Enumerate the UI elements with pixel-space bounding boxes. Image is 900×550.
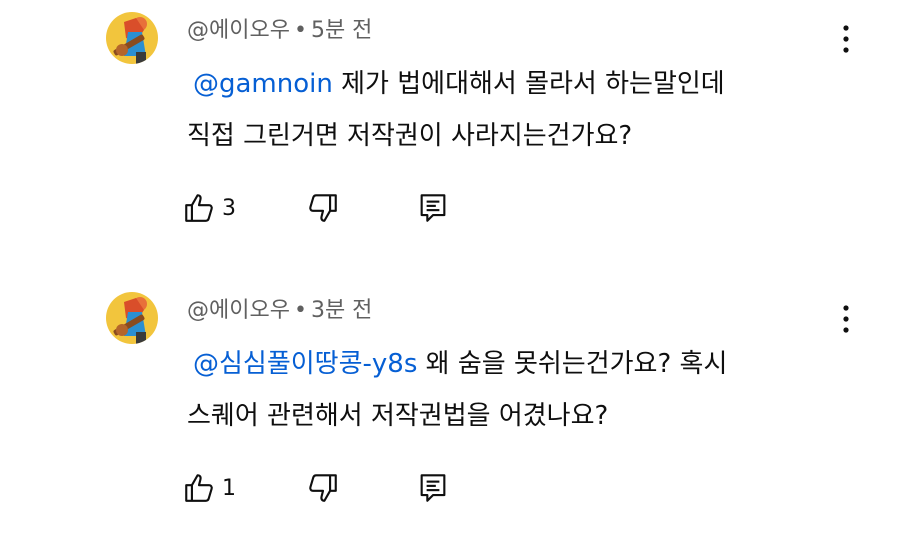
comment-menu-button[interactable] xyxy=(834,22,858,58)
dislike-button[interactable] xyxy=(306,468,340,508)
comment-text-line-2: 스퀘어 관련해서 저작권법을 어겼나요? xyxy=(187,401,609,431)
thumbs-down-icon xyxy=(309,194,337,222)
meta-separator: • xyxy=(293,298,307,323)
comment-text-line-1: 왜 숨을 못쉬는건가요? 혹시 xyxy=(425,349,728,379)
comment-time[interactable]: 5분 전 xyxy=(311,18,372,43)
comment-menu-button[interactable] xyxy=(834,302,858,338)
reply-comment-icon xyxy=(420,194,446,222)
like-count: 3 xyxy=(222,195,236,221)
mention-link[interactable]: @gamnoin xyxy=(193,69,333,99)
reply-button[interactable] xyxy=(416,468,450,508)
avatar[interactable] xyxy=(106,12,158,64)
like-button[interactable]: 3 xyxy=(182,188,236,228)
reply-comment-icon xyxy=(420,474,446,502)
meta-separator: • xyxy=(293,18,307,43)
thumbs-up-icon xyxy=(185,474,213,502)
comment-thread-item: @에이오우 • 3분 전 @심심풀이땅콩-y8s 왜 숨을 못쉬는건가요? 혹시 스… xyxy=(0,280,900,550)
mention-link[interactable]: @심심풀이땅콩-y8s xyxy=(193,349,417,379)
comment-actions: 3 xyxy=(182,188,482,228)
comment-text: @심심풀이땅콩-y8s 왜 숨을 못쉬는건가요? 혹시 스퀘어 관련해서 저작권… xyxy=(187,338,867,442)
reply-button[interactable] xyxy=(416,188,450,228)
thumbs-up-icon xyxy=(185,194,213,222)
comment-header: @에이오우 • 3분 전 xyxy=(187,292,372,324)
like-button[interactable]: 1 xyxy=(182,468,236,508)
dislike-button[interactable] xyxy=(306,188,340,228)
like-count: 1 xyxy=(222,475,236,501)
comment-actions: 1 xyxy=(182,468,482,508)
comment-text-line-1: 제가 법에대해서 몰라서 하는말인데 xyxy=(341,69,725,99)
more-vert-icon xyxy=(843,25,849,53)
comment-author[interactable]: @에이오우 xyxy=(187,298,290,323)
comment-text: @gamnoin 제가 법에대해서 몰라서 하는말인데 직접 그린거면 저작권이… xyxy=(187,58,867,162)
comment-text-line-2: 직접 그린거면 저작권이 사라지는건가요? xyxy=(187,121,633,151)
comment-time[interactable]: 3분 전 xyxy=(311,298,372,323)
guitar-player-avatar-icon xyxy=(106,12,158,64)
comment-header: @에이오우 • 5분 전 xyxy=(187,12,372,44)
guitar-player-avatar-icon xyxy=(106,292,158,344)
comment-author[interactable]: @에이오우 xyxy=(187,18,290,43)
more-vert-icon xyxy=(843,305,849,333)
comment-thread-item: @에이오우 • 5분 전 @gamnoin 제가 법에대해서 몰라서 하는말인데 직… xyxy=(0,0,900,270)
avatar[interactable] xyxy=(106,292,158,344)
thumbs-down-icon xyxy=(309,474,337,502)
